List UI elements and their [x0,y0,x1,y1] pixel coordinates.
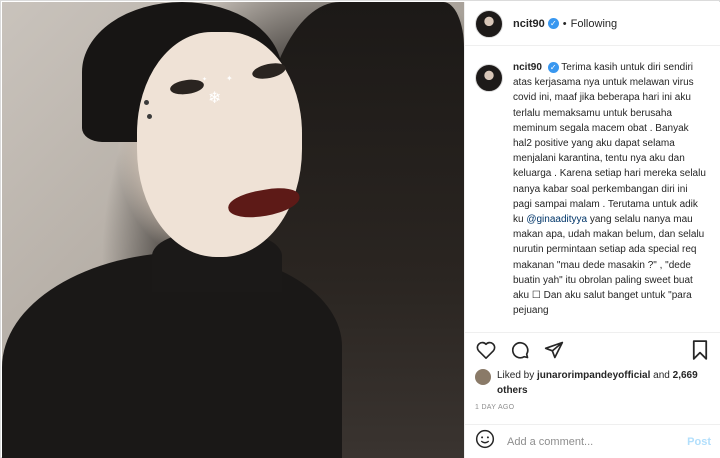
action-bar [465,332,720,366]
liker-username[interactable]: junarorimpandeyofficial [537,370,650,381]
liker-avatar[interactable] [475,369,491,385]
comment-bar: Add a comment... Post [465,424,720,458]
photo-sparkle: ✦ [226,74,233,83]
post-comment-button[interactable]: Post [687,436,711,448]
comment-input[interactable]: Add a comment... [507,436,593,448]
post-username[interactable]: ncit90 [513,18,545,30]
likes-text: Liked by junarorimpandeyofficial and 2,6… [497,368,715,398]
smiley-icon[interactable] [475,429,495,454]
caption-area: ncit90 ✓ Terima kasih untuk diri sendiri… [465,60,720,332]
photo-sparkle: ❄ [208,88,222,107]
comment-icon[interactable] [509,339,531,361]
caption-avatar[interactable] [475,64,503,92]
caption-username[interactable]: ncit90 [513,62,542,73]
separator-dot: • [562,17,567,30]
caption-row: ncit90 ✓ Terima kasih untuk diri sendiri… [475,60,713,318]
caption-text: ncit90 ✓ Terima kasih untuk diri sendiri… [513,60,709,318]
post-photo[interactable]: ❄ ✦ ✦ [2,2,464,458]
caption-body: Terima kasih untuk diri sendiri atas ker… [513,62,706,226]
following-button[interactable]: Following [571,18,617,30]
likes-prefix: Liked by [497,370,535,381]
post-sidebar: ncit90 ✓ • Following ncit90 ✓ Terima kas… [464,2,720,458]
likes-connector: and [653,370,670,381]
likes-summary: Liked by junarorimpandeyofficial and 2,6… [475,368,715,398]
instagram-post-frame: ❄ ✦ ✦ ncit90 ✓ • Following ncit90 ✓ Teri… [0,0,720,458]
caption-mention-link[interactable]: @ginaadityya [526,214,587,225]
share-icon[interactable] [543,339,565,361]
post-timestamp[interactable]: 1 DAY AGO [475,404,514,411]
bookmark-icon[interactable] [689,339,711,361]
post-header: ncit90 ✓ • Following [465,2,720,46]
heart-icon[interactable] [475,339,497,361]
verified-badge-icon: ✓ [547,18,559,29]
verified-badge-icon: ✓ [547,62,559,73]
photo-piercing [147,114,152,119]
caption-body-continued: yang selalu nanya mau makan apa, udah ma… [513,214,705,317]
photo-sparkle: ✦ [202,76,208,83]
avatar[interactable] [475,9,503,38]
photo-piercing [144,100,149,105]
